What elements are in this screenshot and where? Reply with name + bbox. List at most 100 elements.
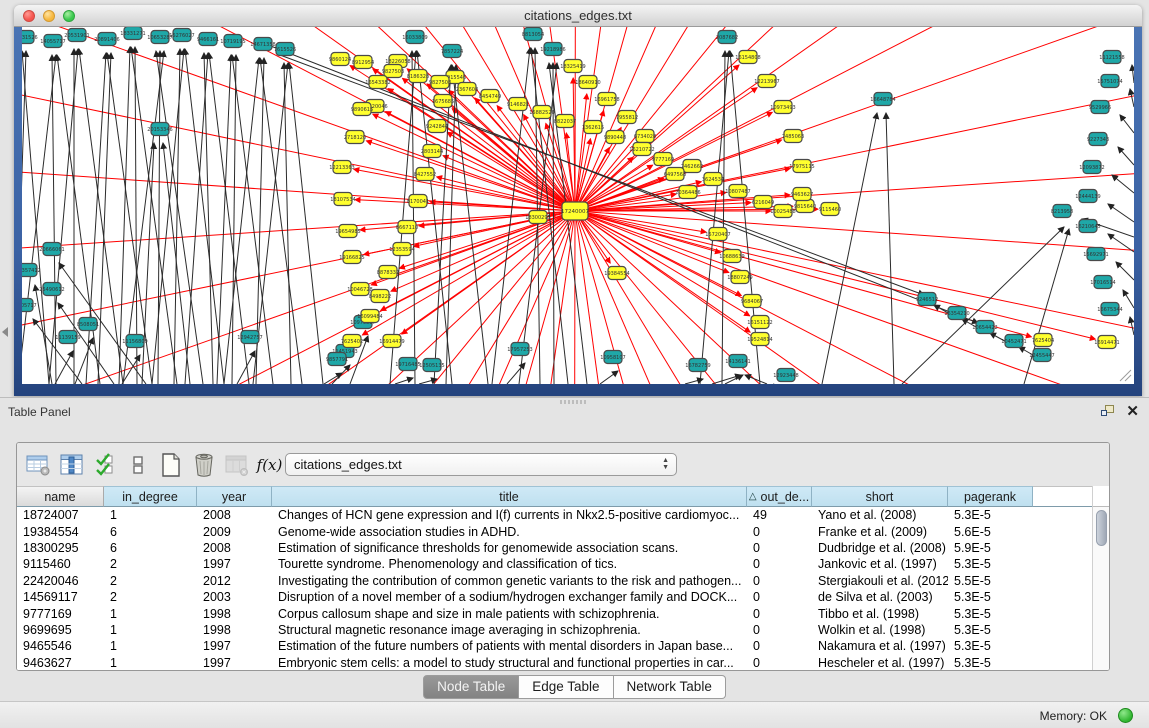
graph-node[interactable]: 9860124 bbox=[329, 53, 351, 66]
graph-node[interactable]: 10973493 bbox=[770, 101, 795, 114]
table-select-dropdown[interactable]: citations_edges.txt ▲▼ bbox=[285, 453, 677, 476]
graph-node[interactable]: 3624534 bbox=[702, 173, 724, 186]
cell-title[interactable]: Investigating the contribution of common… bbox=[272, 574, 747, 588]
graph-edge[interactable] bbox=[507, 363, 525, 384]
cell-out_de[interactable]: 0 bbox=[747, 574, 812, 588]
graph-edge[interactable] bbox=[1130, 317, 1134, 335]
graph-node[interactable]: 12353594 bbox=[389, 243, 414, 256]
cell-out_de[interactable]: 0 bbox=[747, 639, 812, 653]
graph-node[interactable]: 7955812 bbox=[616, 111, 638, 124]
cell-out_de[interactable]: 0 bbox=[747, 557, 812, 571]
graph-node[interactable]: 9146821 bbox=[507, 98, 529, 111]
graph-node[interactable]: 16154808 bbox=[735, 51, 760, 64]
graph-node[interactable]: 16033809 bbox=[402, 31, 427, 44]
graph-node[interactable]: 14671358 bbox=[250, 38, 275, 51]
cell-short[interactable]: Hescheler et al. (1997) bbox=[812, 656, 948, 670]
cell-short[interactable]: Yano et al. (2008) bbox=[812, 508, 948, 522]
graph-edge[interactable] bbox=[395, 378, 413, 384]
cell-pagerank[interactable]: 5.3E-5 bbox=[948, 590, 1033, 604]
cell-name[interactable]: 9777169 bbox=[17, 607, 104, 621]
sidebar-collapse-arrow-icon[interactable] bbox=[2, 327, 8, 337]
panel-splitter-grip[interactable] bbox=[560, 400, 586, 404]
graph-node[interactable]: 8454749 bbox=[479, 90, 501, 103]
graph-node[interactable]: 6216049 bbox=[752, 196, 774, 209]
graph-node[interactable]: 16151122 bbox=[747, 316, 772, 329]
graph-node[interactable]: 1675685 bbox=[432, 95, 454, 108]
graph-node[interactable]: 16961758 bbox=[594, 93, 619, 106]
graph-node[interactable]: 19654985 bbox=[335, 225, 360, 238]
graph-node[interactable]: 8508051 bbox=[77, 318, 99, 331]
cell-title[interactable]: Embryonic stem cells: a model to study s… bbox=[272, 656, 747, 670]
graph-node[interactable]: 18300295 bbox=[525, 211, 550, 224]
cell-title[interactable]: Disruption of a novel member of a sodium… bbox=[272, 590, 747, 604]
graph-edge[interactable] bbox=[575, 211, 950, 384]
graph-edge[interactable] bbox=[135, 47, 137, 384]
cell-in_degree[interactable]: 6 bbox=[104, 525, 197, 539]
graph-node[interactable]: 18331271 bbox=[120, 27, 145, 40]
cell-pagerank[interactable]: 5.3E-5 bbox=[948, 623, 1033, 637]
graph-node[interactable]: 6734028 bbox=[634, 130, 656, 143]
graph-node[interactable]: 10654422 bbox=[972, 321, 997, 334]
graph-node[interactable]: 10025488 bbox=[770, 205, 795, 218]
table-row[interactable]: 977716911998Corpus callosum shape and si… bbox=[17, 605, 1109, 621]
table-row[interactable]: 1456911722003Disruption of a novel membe… bbox=[17, 589, 1109, 605]
cell-short[interactable]: Tibbo et al. (1998) bbox=[812, 607, 948, 621]
graph-edge[interactable] bbox=[33, 319, 82, 384]
graph-edge[interactable] bbox=[1123, 290, 1134, 308]
graph-node[interactable]: 16210722 bbox=[629, 143, 654, 156]
cell-in_degree[interactable]: 1 bbox=[104, 623, 197, 637]
graph-node[interactable]: 15882520 bbox=[529, 106, 554, 119]
graph-node[interactable]: 2367608 bbox=[456, 83, 478, 96]
cell-name[interactable]: 22420046 bbox=[17, 574, 104, 588]
cell-year[interactable]: 2009 bbox=[197, 525, 272, 539]
cell-short[interactable]: Jankovic et al. (1997) bbox=[812, 557, 948, 571]
graph-node[interactable]: 8213958 bbox=[1051, 205, 1073, 218]
graph-edge[interactable] bbox=[204, 53, 213, 384]
graph-edge[interactable] bbox=[575, 211, 741, 296]
graph-node[interactable]: 7857224 bbox=[441, 45, 463, 58]
graph-node[interactable]: 17957253 bbox=[507, 343, 532, 356]
graph-node[interactable]: 16914471 bbox=[1094, 336, 1119, 349]
cell-pagerank[interactable]: 5.5E-5 bbox=[948, 574, 1033, 588]
cell-name[interactable]: 14569117 bbox=[17, 590, 104, 604]
cell-pagerank[interactable]: 5.9E-5 bbox=[948, 541, 1033, 555]
cell-name[interactable]: 9465546 bbox=[17, 639, 104, 653]
table-row[interactable]: 1938455462009Genome-wide association stu… bbox=[17, 523, 1109, 539]
graph-node[interactable]: 8813054 bbox=[522, 28, 544, 41]
graph-node[interactable]: 1362615 bbox=[582, 121, 604, 134]
graph-edge[interactable] bbox=[1118, 147, 1134, 165]
graph-node[interactable]: 9815640 bbox=[794, 200, 816, 213]
cell-out_de[interactable]: 0 bbox=[747, 623, 812, 637]
graph-edge[interactable] bbox=[412, 51, 415, 384]
graph-edge[interactable] bbox=[712, 375, 741, 384]
graph-node[interactable]: 9890615 bbox=[351, 103, 373, 116]
graph-edge[interactable] bbox=[373, 114, 575, 211]
cell-out_de[interactable]: 0 bbox=[747, 525, 812, 539]
graph-node[interactable]: 16210645 bbox=[1075, 220, 1100, 233]
graph-edge[interactable] bbox=[575, 27, 1134, 211]
graph-node[interactable]: 8498222 bbox=[369, 290, 391, 303]
graph-node[interactable]: 15692971 bbox=[1083, 248, 1108, 261]
cell-title[interactable]: Estimation of significance thresholds fo… bbox=[272, 541, 747, 555]
cell-title[interactable]: Genome-wide association studies in ADHD. bbox=[272, 525, 747, 539]
graph-node[interactable]: 17975115 bbox=[789, 160, 814, 173]
cell-year[interactable]: 2008 bbox=[197, 508, 272, 522]
graph-node[interactable]: 12505135 bbox=[419, 359, 444, 372]
graph-edge[interactable] bbox=[1132, 65, 1134, 83]
graph-node[interactable]: 12093872 bbox=[1079, 161, 1104, 174]
column-header-title[interactable]: title bbox=[272, 486, 747, 507]
graph-node[interactable]: 17016514 bbox=[1090, 276, 1115, 289]
graph-edge[interactable] bbox=[35, 285, 52, 384]
graph-node[interactable]: 20405717 bbox=[22, 299, 37, 312]
graph-edge[interactable] bbox=[575, 27, 1134, 211]
graph-node[interactable]: 19716485 bbox=[395, 358, 420, 371]
graph-node[interactable]: 10958107 bbox=[600, 351, 625, 364]
graph-edge[interactable] bbox=[573, 211, 575, 384]
graph-node[interactable]: 11121558 bbox=[1099, 51, 1124, 64]
tab-edge-table[interactable]: Edge Table bbox=[519, 675, 613, 699]
tab-node-table[interactable]: Node Table bbox=[423, 675, 519, 699]
cell-name[interactable]: 9115460 bbox=[17, 557, 104, 571]
cell-year[interactable]: 2003 bbox=[197, 590, 272, 604]
cell-short[interactable]: de Silva et al. (2003) bbox=[812, 590, 948, 604]
graph-node[interactable]: 12213363 bbox=[329, 161, 354, 174]
